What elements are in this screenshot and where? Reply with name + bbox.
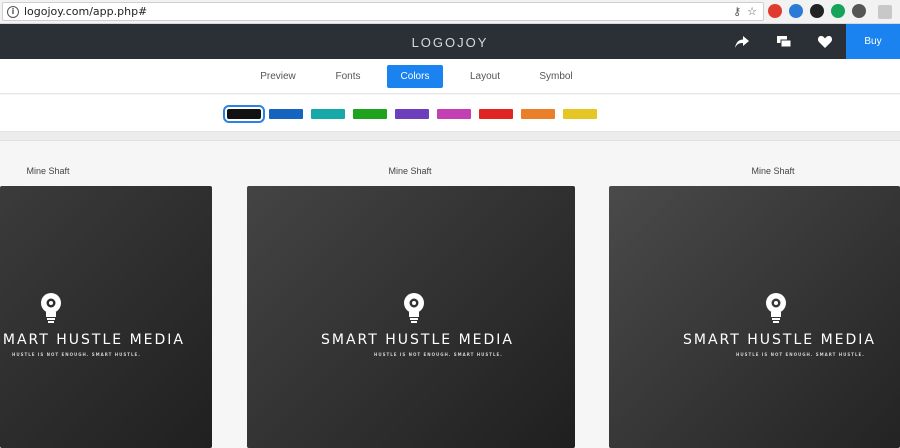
pocket-icon[interactable] [852, 4, 866, 18]
browser-menu-icon[interactable] [878, 5, 892, 19]
buffer-icon[interactable] [810, 4, 824, 18]
browser-toolbar: i logojoy.com/app.php# ⚷ ☆ [0, 0, 900, 24]
brand-name: SMART HUSTLE MEDIA [0, 332, 185, 348]
logo-preview-card[interactable]: SMART HUSTLE MEDIA HUSTLE IS NOT ENOUGH.… [609, 186, 900, 448]
editor-tabs: Preview Fonts Colors Layout Symbol [0, 59, 900, 94]
swatch-purple[interactable] [395, 109, 429, 119]
ring-icon[interactable] [789, 4, 803, 18]
buy-button[interactable]: Buy [846, 24, 900, 59]
tab-fonts[interactable]: Fonts [320, 65, 376, 88]
tab-layout[interactable]: Layout [457, 65, 513, 88]
tab-colors[interactable]: Colors [387, 65, 443, 88]
logo-preview-card[interactable]: SMART HUSTLE MEDIA HUSTLE IS NOT ENOUGH.… [247, 186, 575, 448]
card-label: Mine Shaft [751, 166, 795, 176]
address-bar[interactable]: i logojoy.com/app.php# ⚷ ☆ [2, 2, 764, 21]
info-icon[interactable]: i [7, 5, 19, 18]
swatch-black[interactable] [223, 105, 265, 123]
color-swatch-row [0, 95, 900, 132]
swatch-teal[interactable] [311, 109, 345, 119]
share-icon[interactable] [733, 33, 751, 51]
adobe-icon[interactable] [768, 4, 782, 18]
lightbulb-gear-icon [765, 292, 787, 331]
lightbulb-gear-icon [40, 292, 62, 331]
brand-tagline: HUSTLE IS NOT ENOUGH. SMART HUSTLE. [736, 352, 865, 357]
tab-symbol[interactable]: Symbol [528, 65, 584, 88]
heart-icon[interactable] [816, 33, 834, 51]
logo-preview-card[interactable]: SMART HUSTLE MEDIA HUSTLE IS NOT ENOUGH.… [0, 186, 212, 448]
divider [0, 132, 900, 141]
swatch-yellow[interactable] [563, 109, 597, 119]
tab-preview[interactable]: Preview [250, 65, 306, 88]
brand-name: SMART HUSTLE MEDIA [683, 332, 876, 348]
key-icon[interactable]: ⚷ [733, 5, 741, 18]
app-title: LOGOJOY [411, 35, 489, 50]
brand-tagline: HUSTLE IS NOT ENOUGH. SMART HUSTLE. [12, 352, 141, 357]
card-label: Mine Shaft [26, 166, 70, 176]
bookmark-star-icon[interactable]: ☆ [747, 5, 757, 18]
app-header: LOGOJOY Buy [0, 24, 900, 59]
swatch-red[interactable] [479, 109, 513, 119]
swatch-orange[interactable] [521, 109, 555, 119]
grammarly-icon[interactable] [831, 4, 845, 18]
card-label: Mine Shaft [388, 166, 432, 176]
swatch-green[interactable] [353, 109, 387, 119]
url-text[interactable]: logojoy.com/app.php# [24, 5, 147, 18]
chat-icon[interactable] [775, 33, 793, 51]
brand-tagline: HUSTLE IS NOT ENOUGH. SMART HUSTLE. [374, 352, 503, 357]
brand-name: SMART HUSTLE MEDIA [321, 332, 514, 348]
swatch-blue[interactable] [269, 109, 303, 119]
lightbulb-gear-icon [403, 292, 425, 331]
swatch-magenta[interactable] [437, 109, 471, 119]
